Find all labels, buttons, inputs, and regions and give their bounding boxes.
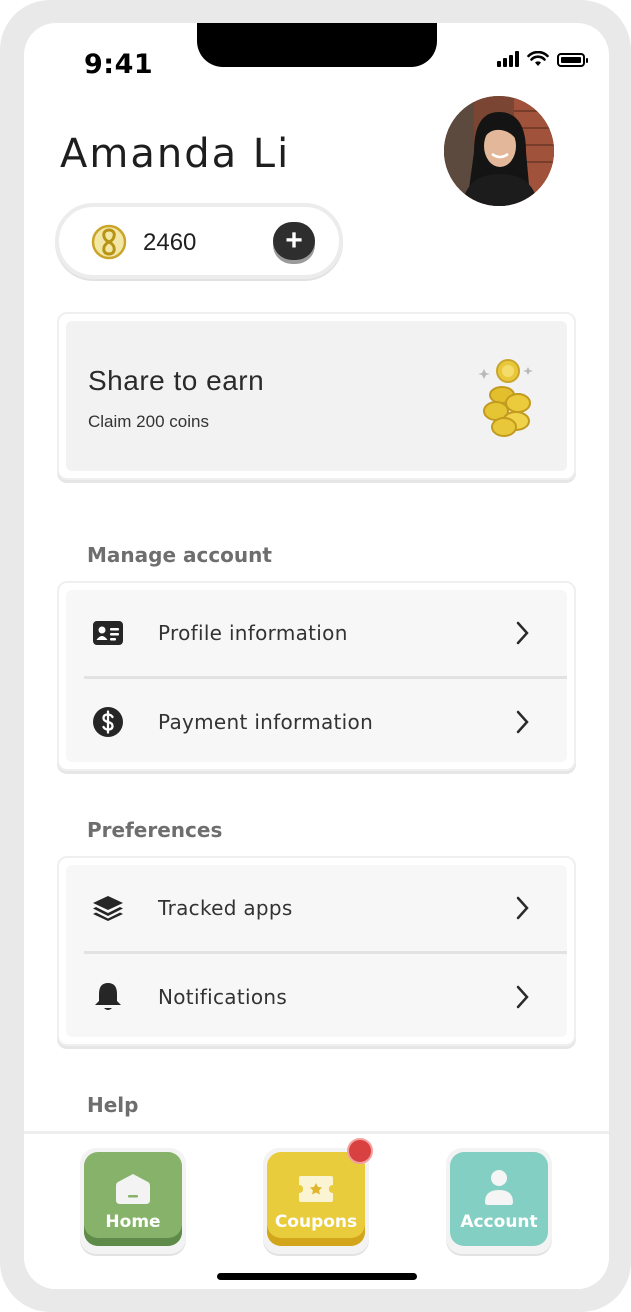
preferences-list-body: Tracked apps Notifications — [66, 865, 567, 1037]
list-item-label: Tracked apps — [158, 896, 293, 920]
device-notch — [197, 23, 437, 67]
status-time: 9:41 — [84, 49, 154, 80]
profile-avatar[interactable] — [444, 96, 554, 206]
wifi-icon — [527, 51, 549, 66]
tab-account[interactable]: Account — [450, 1152, 548, 1246]
tab-home[interactable]: Home — [84, 1152, 182, 1246]
id-card-icon — [92, 618, 124, 648]
user-name: Amanda Li — [60, 131, 291, 177]
device-frame: 9:41 Amanda Li 2460 + Share to earn Clai… — [0, 0, 631, 1312]
coin-count: 2460 — [143, 229, 197, 256]
share-title: Share to earn — [88, 365, 265, 396]
tab-label: Coupons — [274, 1212, 358, 1232]
section-title-help: Help — [87, 1093, 139, 1117]
list-item-label: Profile information — [158, 621, 348, 645]
bottom-tab-bar: Home Coupons Account — [24, 1131, 609, 1289]
home-indicator — [217, 1273, 417, 1280]
coins-stack-icon — [478, 359, 533, 437]
bell-icon — [92, 982, 124, 1012]
signal-icon — [497, 51, 519, 67]
share-card-body: Share to earn Claim 200 coins — [66, 321, 567, 471]
chevron-right-icon — [516, 896, 529, 920]
section-title-manage-account: Manage account — [87, 543, 272, 567]
chevron-right-icon — [516, 985, 529, 1009]
tab-coupons[interactable]: Coupons — [267, 1152, 365, 1246]
tab-label: Account — [460, 1212, 538, 1232]
preferences-list: Tracked apps Notifications — [57, 856, 576, 1046]
status-icons — [497, 51, 588, 67]
tab-label: Home — [105, 1212, 161, 1232]
manage-account-list: Profile information Payment information — [57, 581, 576, 771]
notification-badge — [347, 1138, 373, 1164]
list-item-label: Notifications — [158, 985, 288, 1009]
chevron-right-icon — [516, 710, 529, 734]
chevron-right-icon — [516, 621, 529, 645]
share-subtitle: Claim 200 coins — [88, 412, 209, 431]
plus-icon: + — [285, 224, 303, 257]
manage-account-list-body: Profile information Payment information — [66, 590, 567, 762]
add-coins-button[interactable]: + — [273, 222, 315, 260]
home-icon — [116, 1174, 150, 1204]
battery-icon — [557, 53, 588, 67]
layers-icon — [92, 893, 124, 923]
list-item-notifications[interactable]: Notifications — [66, 954, 567, 1040]
user-icon — [485, 1170, 513, 1205]
coin-icon — [91, 224, 127, 260]
list-item-label: Payment information — [158, 710, 374, 734]
list-item-tracked-apps[interactable]: Tracked apps — [66, 865, 567, 951]
share-to-earn-card[interactable]: Share to earn Claim 200 coins — [57, 312, 576, 480]
section-title-preferences: Preferences — [87, 818, 223, 842]
coin-balance-pill: 2460 + — [55, 203, 343, 279]
app-screen: 9:41 Amanda Li 2460 + Share to earn Clai… — [24, 23, 609, 1289]
avatar-photo — [444, 96, 554, 206]
ticket-icon — [299, 1176, 333, 1202]
tab-home-wrapper: Home — [80, 1148, 186, 1254]
list-item-profile-information[interactable]: Profile information — [66, 590, 567, 676]
tab-account-wrapper: Account — [446, 1148, 552, 1254]
tab-coupons-wrapper: Coupons — [263, 1138, 373, 1254]
list-item-payment-information[interactable]: Payment information — [66, 679, 567, 765]
dollar-circle-icon — [92, 707, 124, 737]
